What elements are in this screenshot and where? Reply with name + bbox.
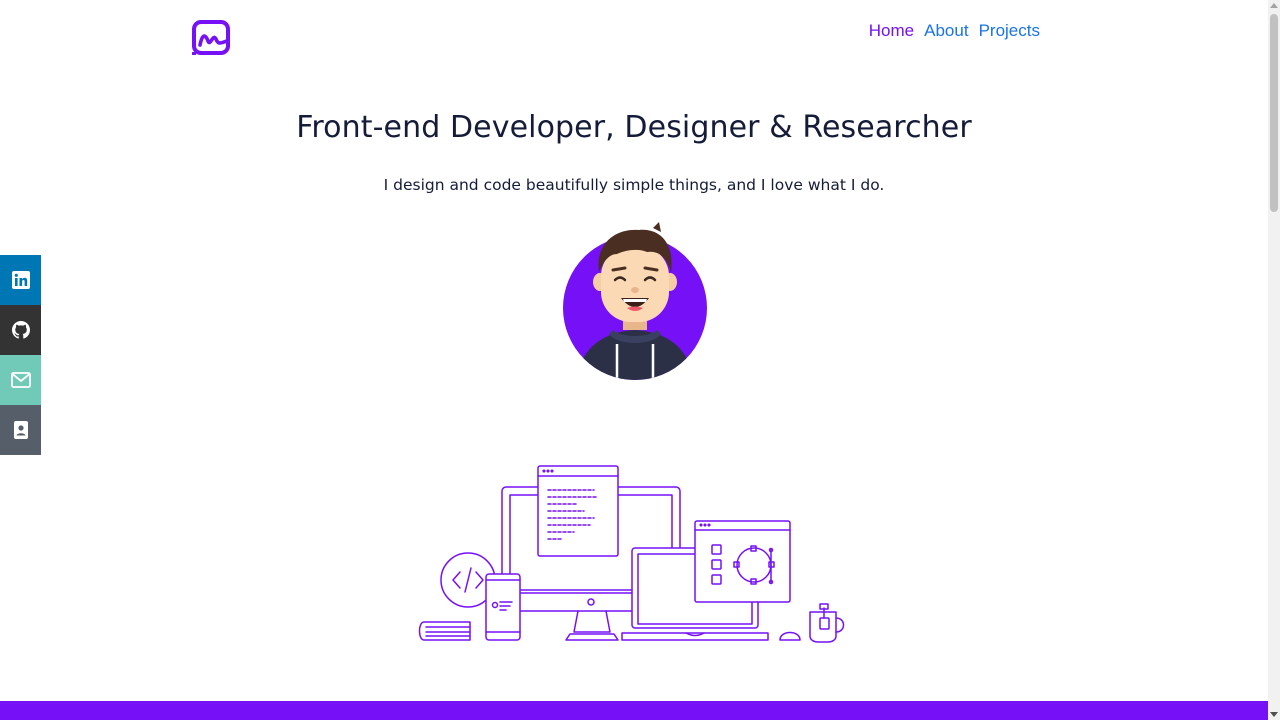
main-nav: Home About Projects [869,21,1040,41]
contact-card-icon [13,421,28,439]
nav-about-link[interactable]: About [924,21,968,41]
page: Home About Projects Front-end Developer,… [0,0,1268,720]
vertical-scrollbar[interactable] [1268,0,1280,720]
email-link[interactable] [0,355,41,405]
avatar-illustration [563,222,707,380]
scroll-thumb[interactable] [1270,14,1278,212]
scroll-down-arrow-icon[interactable] [1270,712,1278,717]
tagline: I design and code beautifully simple thi… [383,176,885,194]
devices-illustration [418,465,845,643]
mail-icon [10,372,31,388]
scroll-up-arrow-icon[interactable] [1270,3,1278,8]
linkedin-link[interactable] [0,255,41,305]
github-link[interactable] [0,305,41,355]
github-icon [11,321,30,339]
linkedin-icon [11,271,30,289]
logo-icon[interactable] [191,19,231,59]
page-title: Front-end Developer, Designer & Research… [296,110,972,145]
nav-projects-link[interactable]: Projects [979,21,1040,41]
social-sidebar [0,255,41,455]
nav-home-link[interactable]: Home [869,21,914,41]
resume-link[interactable] [0,405,41,455]
footer-band [0,701,1268,720]
